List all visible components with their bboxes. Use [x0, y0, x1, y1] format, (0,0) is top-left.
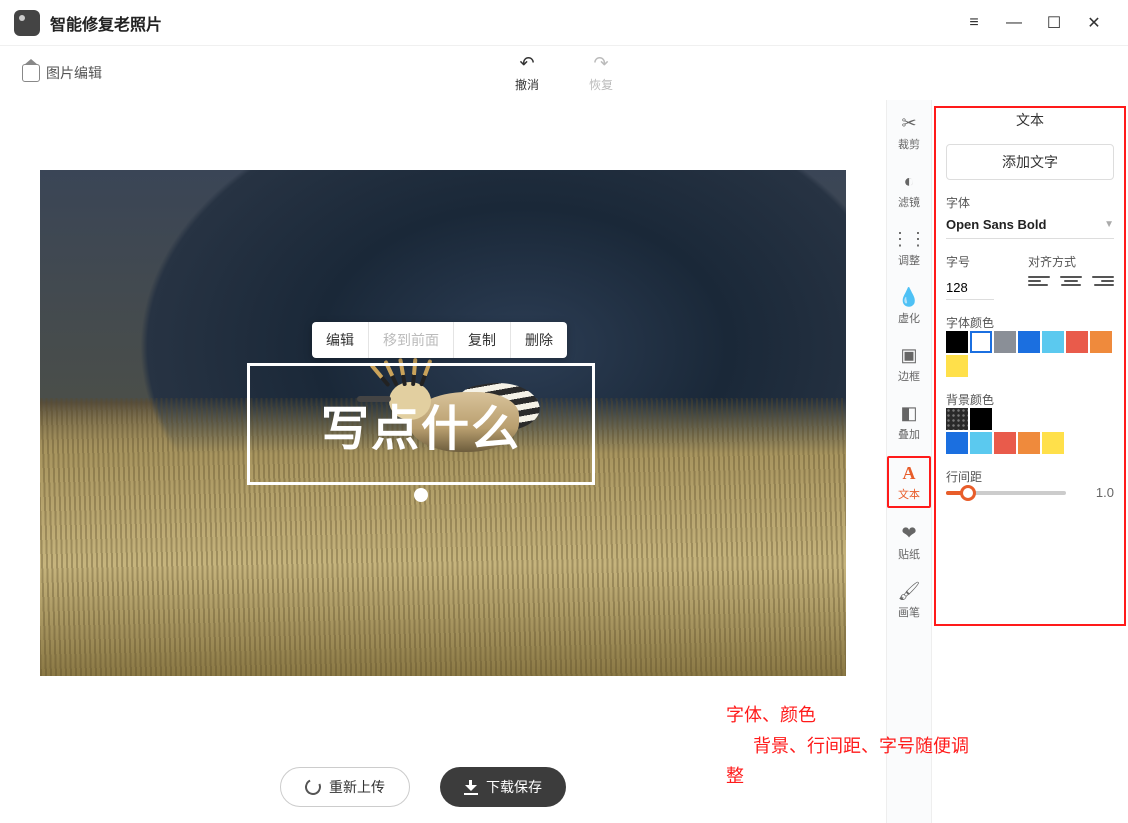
minibar-copy[interactable]: 复制 [454, 322, 510, 358]
tool-brush[interactable]: 🖌画笔 [887, 576, 931, 624]
chevron-down-icon: ▼ [1104, 219, 1114, 230]
maximize-button[interactable]: ☐ [1034, 0, 1074, 46]
align-left-button[interactable] [1028, 276, 1050, 294]
download-label: 下载保存 [486, 777, 542, 797]
tool-filter[interactable]: ◐滤镜 [887, 166, 931, 214]
font-color-swatch[interactable] [994, 331, 1016, 353]
tool-sticker[interactable]: ❤贴纸 [887, 518, 931, 566]
reload-icon [303, 777, 324, 798]
photo-edit-button[interactable]: 图片编辑 [22, 63, 102, 83]
redo-label: 恢复 [589, 76, 613, 93]
tool-adjust[interactable]: ⋮⋮调整 [887, 224, 931, 272]
size-label: 字号 [946, 253, 1008, 270]
title-bar: 智能修复老照片 ≡ ― ☐ ✕ [0, 0, 1128, 46]
tool-overlay[interactable]: ◧叠加 [887, 398, 931, 446]
line-spacing-slider[interactable] [946, 491, 1066, 495]
image-canvas[interactable]: 编辑 移到前面 复制 删除 写点什么 [40, 170, 846, 676]
add-text-button[interactable]: 添加文字 [946, 144, 1114, 180]
crop-icon: ✂ [898, 112, 920, 134]
app-icon [14, 10, 40, 36]
minibar-bring-front[interactable]: 移到前面 [369, 322, 453, 358]
bg-color-swatch[interactable] [1018, 432, 1040, 454]
font-color-swatch[interactable] [946, 331, 968, 353]
font-color-swatch[interactable] [1042, 331, 1064, 353]
bottom-actions: 重新上传 下载保存 [0, 767, 846, 807]
adjust-icon: ⋮⋮ [898, 228, 920, 250]
blur-icon: 💧 [898, 286, 920, 308]
bg-color-swatch[interactable] [946, 432, 968, 454]
brush-icon: 🖌 [898, 580, 920, 602]
size-input[interactable] [946, 276, 994, 300]
bg-color-swatches [946, 408, 1114, 454]
download-icon [464, 780, 478, 794]
canvas-text[interactable]: 写点什么 [250, 366, 592, 482]
tool-border[interactable]: ▣边框 [887, 340, 931, 388]
border-icon: ▣ [898, 344, 920, 366]
bg-color-swatch[interactable] [1042, 432, 1064, 454]
font-value: Open Sans Bold [946, 217, 1046, 232]
filter-icon: ◐ [898, 170, 920, 192]
download-button[interactable]: 下载保存 [440, 767, 566, 807]
undo-button[interactable]: ↶ 撤消 [515, 53, 539, 93]
tool-crop[interactable]: ✂裁剪 [887, 108, 931, 156]
bg-color-label: 背景颜色 [946, 391, 1114, 408]
font-label: 字体 [946, 194, 1114, 211]
font-color-label: 字体颜色 [946, 314, 1114, 331]
font-color-swatch[interactable] [946, 355, 968, 377]
reupload-label: 重新上传 [329, 777, 385, 797]
close-button[interactable]: ✕ [1074, 0, 1114, 46]
line-spacing-label: 行间距 [946, 468, 1114, 485]
minibar-delete[interactable]: 删除 [511, 322, 567, 358]
font-color-swatches [946, 331, 1114, 377]
minibar-edit[interactable]: 编辑 [312, 322, 368, 358]
text-selection-box[interactable]: 写点什么 [247, 363, 595, 485]
bg-color-swatch[interactable] [970, 408, 992, 430]
redo-button[interactable]: ↷ 恢复 [589, 53, 613, 93]
redo-icon: ↷ [593, 53, 608, 74]
font-color-swatch[interactable] [1066, 331, 1088, 353]
tool-blur[interactable]: 💧虚化 [887, 282, 931, 330]
tool-text[interactable]: A文本 [887, 456, 931, 508]
photo-edit-label: 图片编辑 [46, 63, 102, 83]
menu-icon[interactable]: ≡ [954, 0, 994, 46]
minimize-button[interactable]: ― [994, 0, 1034, 46]
toolbar: 图片编辑 ↶ 撤消 ↷ 恢复 [0, 46, 1128, 100]
sticker-icon: ❤ [898, 522, 920, 544]
align-right-button[interactable] [1092, 276, 1114, 294]
text-edit-minibar: 编辑 移到前面 复制 删除 [312, 322, 567, 358]
align-center-button[interactable] [1060, 276, 1082, 294]
align-label: 对齐方式 [1028, 253, 1114, 270]
app-title: 智能修复老照片 [50, 11, 162, 35]
font-color-swatch[interactable] [1018, 331, 1040, 353]
font-select[interactable]: Open Sans Bold ▼ [946, 211, 1114, 239]
undo-icon: ↶ [519, 53, 534, 74]
bg-color-swatch[interactable] [994, 432, 1016, 454]
line-spacing-value: 1.0 [1076, 485, 1114, 500]
font-color-swatch[interactable] [970, 331, 992, 353]
font-color-swatch[interactable] [1090, 331, 1112, 353]
annotation-text: 字体、颜色 背景、行间距、字号随便调 整 [726, 700, 969, 792]
bg-color-swatch[interactable] [946, 408, 968, 430]
reupload-button[interactable]: 重新上传 [280, 767, 410, 807]
overlay-icon: ◧ [898, 402, 920, 424]
rotate-handle[interactable] [414, 488, 428, 502]
panel-title: 文本 [946, 110, 1114, 130]
slider-thumb[interactable] [960, 485, 976, 501]
undo-label: 撤消 [515, 76, 539, 93]
bg-color-swatch[interactable] [970, 432, 992, 454]
home-icon [22, 64, 40, 82]
text-icon: A [898, 462, 920, 484]
